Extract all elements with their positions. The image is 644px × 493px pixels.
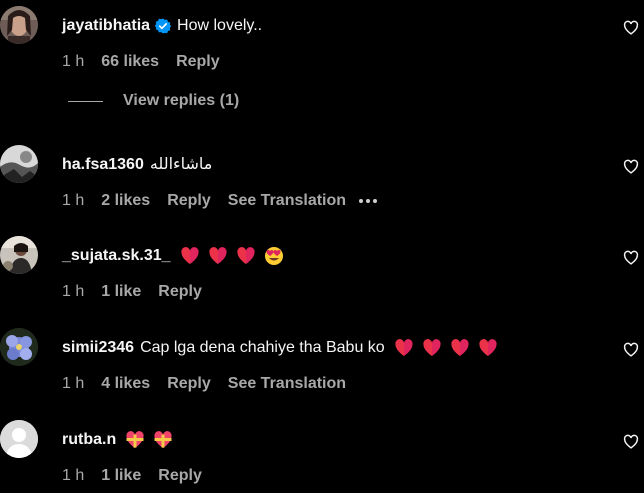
default-avatar-icon [0, 420, 38, 458]
comment-likes[interactable]: 2 likes [101, 190, 150, 212]
avatar[interactable] [0, 145, 38, 183]
comment-item: simii2346 Cap lga dena chahiye tha Babu … [0, 328, 644, 408]
avatar[interactable] [0, 6, 38, 44]
avatar-flower-photo-icon [0, 328, 38, 366]
comment-meta: 1 h 66 likes Reply [62, 51, 237, 73]
heart-eyes-icon [264, 247, 283, 265]
avatar[interactable] [0, 328, 38, 366]
avatar[interactable] [0, 420, 38, 458]
comment-time: 1 h [62, 467, 85, 484]
comment-username[interactable]: _sujata.sk.31_ [62, 245, 171, 267]
view-replies-label: View replies (1) [123, 92, 240, 109]
comment-line: _sujata.sk.31_ [62, 245, 284, 267]
reply-button[interactable]: Reply [158, 281, 202, 303]
comment-time: 1 h [62, 192, 85, 209]
heart-ribbon-icon [154, 431, 172, 448]
comment-meta: 1 h 2 likes Reply See Translation [62, 190, 394, 212]
heart-ribbon-icon [126, 431, 144, 448]
verified-badge-icon [154, 18, 172, 34]
like-heart-icon[interactable] [623, 434, 639, 449]
comment-line: ha.fsa1360 ماشاءالله [62, 154, 212, 176]
view-replies-button[interactable]: View replies (1) [68, 92, 239, 110]
avatar-person-photo-icon [0, 236, 38, 274]
red-heart-icon [451, 339, 469, 356]
comment-text: How lovely.. [177, 17, 263, 34]
emoji-group [180, 246, 284, 266]
like-heart-icon[interactable] [623, 20, 639, 35]
comment-text: Cap lga dena chahiye tha Babu ko [140, 339, 385, 356]
comment-username[interactable]: simii2346 [62, 337, 134, 359]
emoji-group [125, 430, 173, 450]
reply-button[interactable]: Reply [167, 373, 211, 395]
avatar-woman-photo-icon [0, 6, 38, 44]
more-options-icon[interactable] [359, 199, 378, 203]
red-heart-icon [236, 247, 255, 264]
comment-item: jayatibhatia How lovely.. 1 h 66 likes R… [0, 6, 644, 86]
emoji-group [394, 338, 498, 358]
comment-meta: 1 h 1 like Reply [62, 281, 219, 303]
comment-likes[interactable]: 1 like [101, 465, 141, 487]
comment-likes[interactable]: 4 likes [101, 373, 150, 395]
like-heart-icon[interactable] [623, 159, 639, 174]
comment-line: jayatibhatia How lovely.. [62, 15, 262, 37]
comment-text: ماشاءالله [149, 156, 213, 173]
comment-username[interactable]: jayatibhatia [62, 15, 150, 37]
comment-time: 1 h [62, 375, 85, 392]
comment-username[interactable]: rutba.n [62, 429, 116, 451]
comment-meta: 1 h 4 likes Reply See Translation [62, 373, 363, 395]
red-heart-icon [423, 339, 441, 356]
like-heart-icon[interactable] [623, 342, 639, 357]
comment-item: _sujata.sk.31_ 1 h 1 like Reply [0, 236, 644, 316]
red-heart-icon [479, 339, 497, 356]
see-translation-button[interactable]: See Translation [228, 190, 346, 212]
comment-item: ha.fsa1360 ماشاءالله 1 h 2 likes Reply S… [0, 145, 644, 225]
avatar-black-white-photo-icon [0, 145, 38, 183]
comment-likes[interactable]: 1 like [101, 281, 141, 303]
comment-time: 1 h [62, 283, 85, 300]
replies-divider [68, 100, 103, 102]
red-heart-icon [395, 339, 413, 356]
comment-line: simii2346 Cap lga dena chahiye tha Babu … [62, 337, 498, 359]
comment-username[interactable]: ha.fsa1360 [62, 154, 144, 176]
reply-button[interactable]: Reply [167, 190, 211, 212]
like-heart-icon[interactable] [623, 250, 639, 265]
reply-button[interactable]: Reply [176, 51, 220, 73]
reply-button[interactable]: Reply [158, 465, 202, 487]
comment-meta: 1 h 1 like Reply [62, 465, 219, 487]
comment-line: rutba.n [62, 429, 173, 451]
comment-likes[interactable]: 66 likes [101, 51, 159, 73]
comment-time: 1 h [62, 53, 85, 70]
red-heart-icon [208, 247, 227, 264]
see-translation-button[interactable]: See Translation [228, 373, 346, 395]
red-heart-icon [180, 247, 199, 264]
comment-item: rutba.n 1 h 1 like Reply [0, 420, 644, 493]
avatar[interactable] [0, 236, 38, 274]
